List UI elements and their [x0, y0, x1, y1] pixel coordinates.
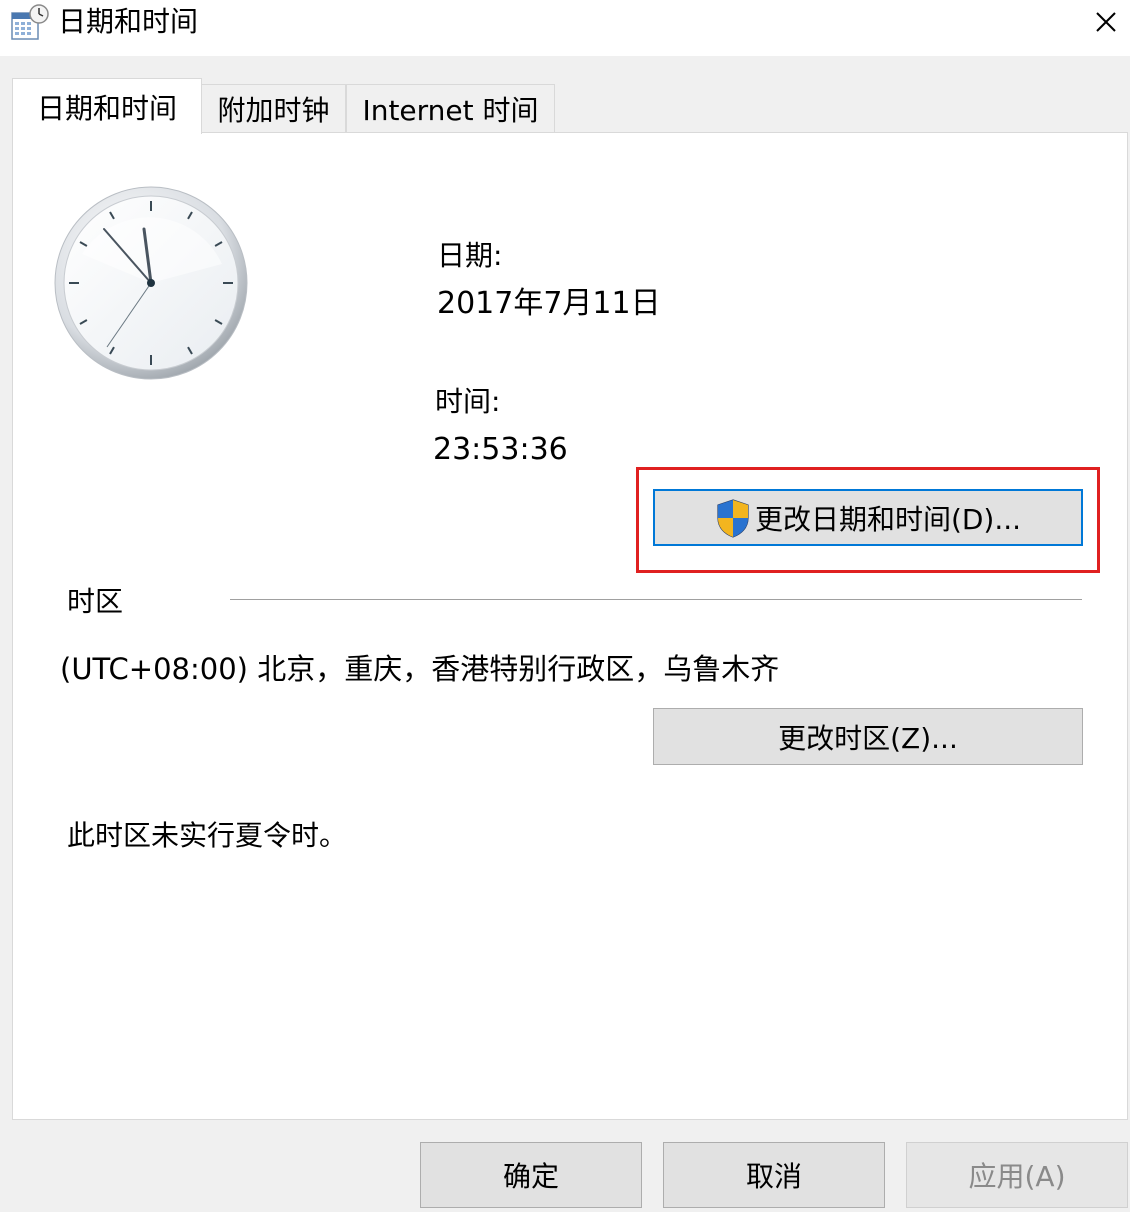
window-title: 日期和时间 [58, 5, 199, 38]
timezone-value: (UTC+08:00) 北京，重庆，香港特别行政区，乌鲁木齐 [60, 652, 780, 686]
cancel-label: 取消 [745, 1160, 802, 1193]
apply-button[interactable]: 应用(A) [906, 1142, 1128, 1208]
cancel-button[interactable]: 取消 [663, 1142, 885, 1208]
close-button[interactable] [1082, 0, 1130, 44]
tab-date-time[interactable]: 日期和时间 [12, 78, 202, 134]
calendar-clock-icon [11, 4, 49, 40]
close-icon [1096, 12, 1116, 32]
tab-label: 附加时钟 [217, 93, 330, 127]
change-date-time-button[interactable]: 更改日期和时间(D)... [653, 489, 1083, 546]
apply-label: 应用(A) [968, 1160, 1066, 1193]
change-date-time-label: 更改日期和时间(D)... [754, 502, 1022, 536]
tab-additional-clocks[interactable]: 附加时钟 [202, 84, 346, 132]
analog-clock-icon [54, 186, 248, 380]
time-label: 时间: [435, 385, 501, 418]
tab-internet-time[interactable]: Internet 时间 [346, 84, 555, 132]
uac-shield-icon [717, 498, 749, 538]
ok-button[interactable]: 确定 [420, 1142, 642, 1208]
change-timezone-button[interactable]: 更改时区(Z)... [653, 708, 1083, 765]
tab-label: Internet 时间 [362, 93, 539, 127]
ok-label: 确定 [502, 1160, 559, 1193]
dst-note: 此时区未实行夏令时。 [67, 819, 348, 852]
section-divider [230, 599, 1082, 601]
date-value: 2017年7月11日 [437, 286, 661, 321]
time-value: 23:53:36 [433, 432, 568, 467]
tab-label: 日期和时间 [36, 91, 177, 125]
date-time-dialog: 日期和时间 日期和时间 附加时钟 Internet 时间 日期: 2017年7月… [0, 0, 1130, 1212]
change-timezone-label: 更改时区(Z)... [778, 721, 958, 755]
date-label: 日期: [437, 239, 503, 272]
title-bar: 日期和时间 [0, 0, 1130, 56]
timezone-section-label: 时区 [67, 585, 124, 618]
